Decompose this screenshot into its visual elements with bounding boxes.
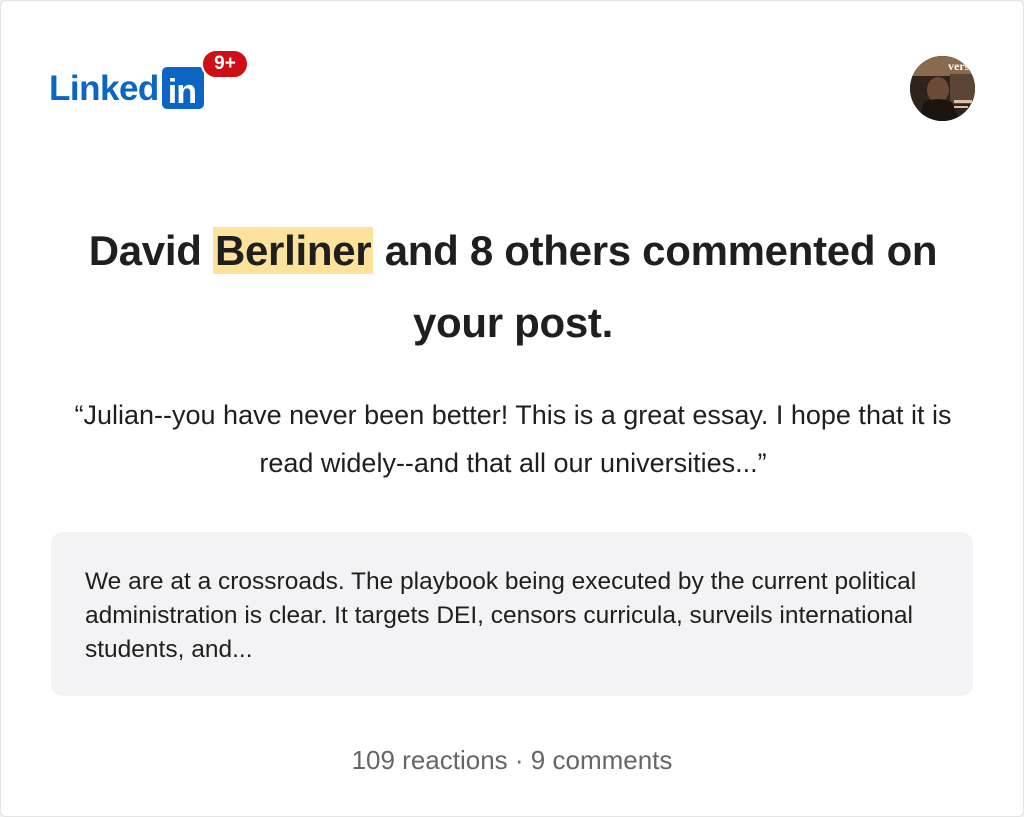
avatar[interactable]: verse <box>910 56 975 121</box>
headline-rest: and 8 others commented on your post. <box>384 227 938 346</box>
avatar-text: verse <box>948 59 975 73</box>
logo-in-text: in <box>167 73 197 111</box>
stats-separator: · <box>507 745 531 775</box>
post-stats: 109 reactions · 9 comments <box>1 741 1023 779</box>
comment-quote[interactable]: “Julian--you have never been better! Thi… <box>61 391 965 487</box>
notification-email-card: Linked in 9+ verse David Berliner and 8 … <box>0 0 1024 817</box>
actor-first-name: David <box>88 227 202 274</box>
post-excerpt: We are at a crossroads. The playbook bei… <box>85 568 917 663</box>
notification-headline[interactable]: David Berliner and 8 others commented on… <box>41 215 985 359</box>
logo-wordmark: Linked <box>49 68 159 108</box>
linkedin-logo[interactable]: Linked in <box>49 66 204 110</box>
reactions-count[interactable]: 109 reactions <box>352 745 508 775</box>
comments-count[interactable]: 9 comments <box>531 745 673 775</box>
post-preview[interactable]: We are at a crossroads. The playbook bei… <box>51 532 973 696</box>
actor-last-name-highlight: Berliner <box>212 227 374 274</box>
logo-in-box: in <box>161 67 204 111</box>
avatar-image: verse <box>910 56 975 121</box>
notification-count-badge: 9+ <box>201 49 249 79</box>
email-header: Linked in 9+ verse <box>49 49 975 121</box>
